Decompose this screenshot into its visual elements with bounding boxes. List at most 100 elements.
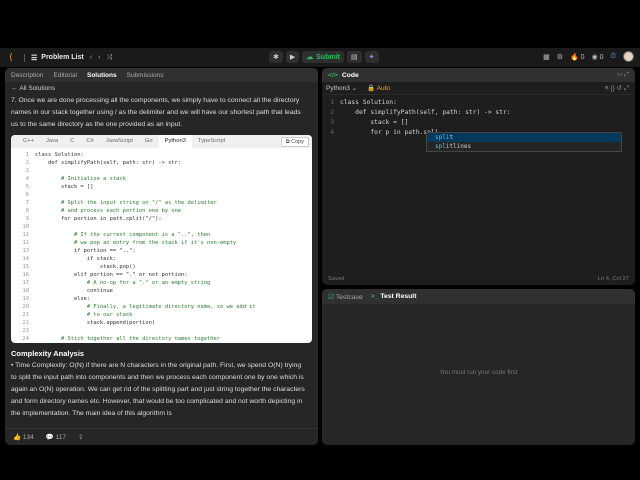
line-text: for p in path.spli	[340, 129, 439, 136]
line-text: def simplifyPath(self, path: str) -> str…	[340, 109, 511, 116]
step-paragraph: 7. Once we are done processing all the c…	[11, 97, 301, 128]
back-label: All Solutions	[19, 85, 56, 92]
lang-tab-c[interactable]: C++	[17, 135, 40, 148]
line-number: 20	[22, 304, 30, 310]
terminal-icon: >_	[370, 293, 381, 300]
shuffle-icon[interactable]: ⤨	[106, 54, 112, 62]
line-number: 17	[22, 280, 30, 286]
line-number: 3	[25, 168, 29, 174]
lang-tab-python3[interactable]: Python3	[158, 135, 192, 148]
notes-button[interactable]: ▤	[347, 51, 362, 63]
editor-line[interactable]: 1 class Solution:	[322, 98, 635, 108]
tab-test-result[interactable]: >_ Test Result	[371, 293, 417, 300]
suggestion-split[interactable]: split	[427, 133, 621, 142]
auto-toggle[interactable]: 🔒 Auto	[367, 84, 390, 92]
line-text: elif portion == "." or not portion:	[35, 272, 188, 278]
line-number: 5	[25, 184, 29, 190]
tab-solutions[interactable]: Solutions	[87, 72, 117, 79]
solution-footer: 👍 134 💬 117 ⇪	[5, 428, 318, 445]
editor-line[interactable]: 3 stack = []	[322, 118, 635, 128]
code-line: 16 elif portion == "." or not portion:	[15, 271, 312, 279]
line-text: stack = []	[340, 119, 409, 126]
code-line: 23	[15, 327, 312, 335]
like-button[interactable]: 👍 134	[13, 433, 34, 441]
comment-icon: 💬	[45, 434, 56, 441]
editor-status-bar: Saved Ln 4, Col 27	[322, 273, 635, 285]
editor-tools[interactable]: ≡ {} ↺ ⤢	[605, 84, 629, 93]
line-text: class Solution:	[340, 99, 397, 106]
suggestion-splitlines[interactable]: splitlines	[427, 142, 621, 151]
problem-list-button[interactable]: ☰ Problem List	[31, 54, 84, 62]
test-result-label: Test Result	[380, 293, 417, 300]
bug-icon: ✱	[273, 54, 279, 61]
lang-tab-typescript[interactable]: TypeScript	[192, 135, 231, 148]
timer-icon[interactable]: ⏱	[611, 53, 616, 61]
divider	[24, 53, 25, 62]
line-number: 19	[22, 296, 30, 302]
code-line: 11 # If the current component is a "..",…	[15, 231, 312, 239]
line-text: stack.append(portion)	[35, 320, 156, 326]
line-text: # If the current component is a "..", th…	[35, 232, 211, 238]
code-line: 8 # and process each portion one by one	[15, 207, 312, 215]
lang-tab-java[interactable]: Java	[40, 135, 64, 148]
line-number: 1	[25, 152, 29, 158]
line-number: 23	[22, 328, 30, 334]
share-icon[interactable]: ⇪	[78, 433, 83, 441]
copy-button[interactable]: ⧉ Copy	[280, 137, 309, 147]
tab-description[interactable]: Description	[11, 72, 44, 79]
chevron-right-icon[interactable]: ›	[98, 54, 100, 61]
lang-tab-c[interactable]: C#	[80, 135, 99, 148]
lang-tab-javascript[interactable]: JavaScript	[100, 135, 139, 148]
editor-toolbar: Python3 ⌄ 🔒 Auto ≡ {} ↺ ⤢	[322, 82, 635, 95]
language-label: Python3	[326, 85, 350, 92]
submit-button[interactable]: ☁ Submit	[302, 51, 344, 63]
line-text: # Initialize a stack	[35, 176, 126, 182]
line-number: 7	[25, 200, 29, 206]
code-line: 12 # we pop an entry from the stack if i…	[15, 239, 312, 247]
language-select[interactable]: Python3 ⌄	[326, 84, 357, 92]
back-to-solutions[interactable]: ← All Solutions	[5, 82, 318, 95]
panel-controls[interactable]: ▭ ⤢	[617, 71, 629, 79]
line-number: 11	[22, 232, 30, 238]
code-line: 21 # to our stack	[15, 311, 312, 319]
code-line: 18 continue	[15, 287, 312, 295]
code-line: 3	[15, 167, 312, 175]
line-number: 4	[330, 129, 334, 136]
comment-button[interactable]: 💬 117	[46, 433, 66, 441]
code-icon: </>	[328, 71, 338, 79]
coins-button[interactable]: ◉ 0	[592, 53, 604, 61]
lang-tab-c[interactable]: C	[64, 135, 80, 148]
chevron-left-icon[interactable]: ‹	[90, 54, 92, 61]
editor-line[interactable]: 2 def simplifyPath(self, path: str) -> s…	[322, 108, 635, 118]
ai-assist-button[interactable]: ✦	[364, 51, 379, 63]
run-button[interactable]: ▶	[285, 51, 300, 63]
line-text: def simplifyPath(self, path: str) -> str…	[35, 160, 182, 166]
notifications-button[interactable]: 🔥 0	[570, 53, 585, 61]
code-line: 20 # Finally, a legitimate directory nam…	[15, 303, 312, 311]
layout-icon[interactable]: ▦	[543, 53, 550, 61]
top-navbar: ⟨ ☰ Problem List ‹ › ⤨ ✱ ▶ ☁ Submit ▤ ✦ …	[0, 48, 640, 67]
line-number: 24	[22, 336, 30, 342]
tab-submissions[interactable]: Submissions	[127, 72, 164, 79]
tab-editorial[interactable]: Editorial	[54, 72, 77, 79]
line-text: else:	[35, 296, 91, 302]
run-code-message: You must run your code first	[439, 369, 518, 376]
code-line: 4 # Initialize a stack	[15, 175, 312, 183]
settings-icon[interactable]: ⚙	[557, 53, 563, 61]
test-result-panel: ☑ Testcase >_ Test Result You must run y…	[322, 289, 635, 445]
tab-testcase[interactable]: ☑ Testcase	[328, 293, 363, 301]
user-avatar[interactable]	[623, 51, 634, 62]
leetcode-logo-icon[interactable]: ⟨	[9, 53, 18, 62]
language-tabs: C++ Java C C# JavaScript Go Python3 TypeScript	[11, 135, 312, 148]
line-number: 21	[22, 312, 30, 318]
line-number: 2	[330, 109, 334, 116]
line-number: 8	[25, 208, 29, 214]
line-text: stack.pop()	[35, 264, 136, 270]
lang-tab-go[interactable]: Go	[139, 135, 159, 148]
debug-button[interactable]: ✱	[269, 51, 283, 63]
line-number: 9	[25, 216, 29, 222]
code-line: 6	[15, 191, 312, 199]
line-number: 14	[22, 256, 30, 262]
note-icon: ▤	[351, 54, 358, 61]
solution-code-block: C++ Java C C# JavaScript Go Python3 TypeScript …	[11, 135, 312, 343]
